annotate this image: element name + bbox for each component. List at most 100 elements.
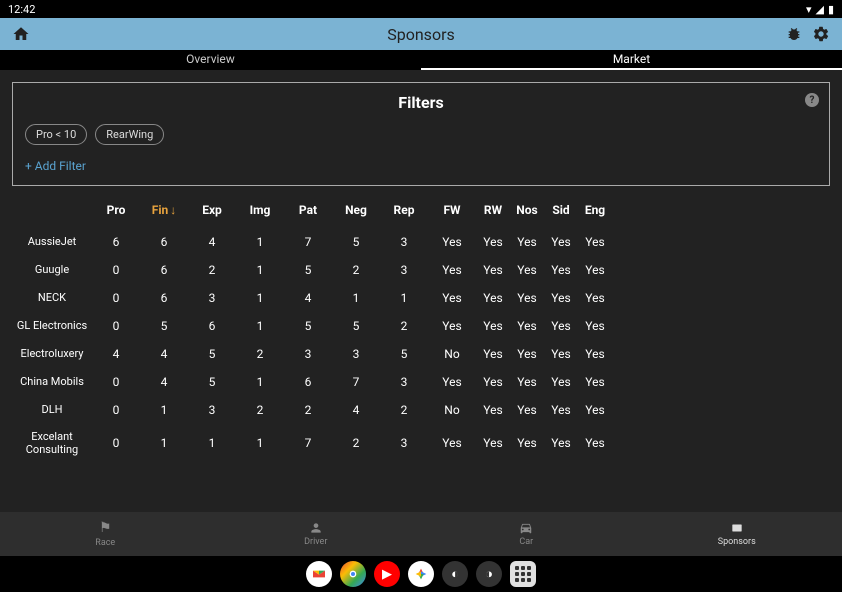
nav-race[interactable]: ⚑ Race [0,512,211,556]
status-time: 12:42 [8,3,35,16]
nav-label: Car [519,537,533,547]
cell: Yes [510,291,544,305]
cell: 1 [332,291,380,305]
table-row[interactable]: Electroluxery4452335NoYesYesYesYes [12,340,830,368]
cell: 1 [380,291,428,305]
tab-market[interactable]: Market [421,50,842,70]
bug-icon[interactable] [786,26,802,42]
cell: Yes [476,347,510,361]
cell: 2 [188,263,236,277]
sponsor-name: Electroluxery [12,345,92,362]
cell: Yes [544,436,578,450]
table-row[interactable]: AussieJet6641753YesYesYesYesYes [12,228,830,256]
cell: Yes [510,403,544,417]
table-row[interactable]: GL Electronics0561552YesYesYesYesYes [12,312,830,340]
cell: Yes [544,263,578,277]
cell: 6 [188,319,236,333]
table-row[interactable]: DLH0132242NoYesYesYesYes [12,396,830,424]
cell: Yes [428,235,476,249]
cell: 6 [140,263,188,277]
col-eng[interactable]: Eng [578,203,612,217]
cell: Yes [428,319,476,333]
gmail-icon[interactable] [306,561,332,587]
help-icon[interactable]: ? [805,93,819,107]
col-exp[interactable]: Exp [188,203,236,217]
cell: Yes [578,436,612,450]
cell: Yes [578,291,612,305]
apps-drawer-icon[interactable] [510,561,536,587]
cell: 3 [284,347,332,361]
person-icon [309,521,323,535]
table-row[interactable]: China Mobils0451673YesYesYesYesYes [12,368,830,396]
nav-car[interactable]: Car [421,512,632,556]
nav-label: Race [95,538,115,548]
sponsors-table: Pro Fin↓ Exp Img Pat Neg Rep FW RW Nos S… [12,196,830,462]
nav-sponsors[interactable]: Sponsors [632,512,842,556]
cell: Yes [578,403,612,417]
cell: Yes [476,263,510,277]
table-row[interactable]: Excelant Consulting0111723YesYesYesYesYe… [12,424,830,462]
settings-icon[interactable] [812,25,830,43]
cell: 0 [92,291,140,305]
cell: Yes [510,436,544,450]
table-body: AussieJet6641753YesYesYesYesYesGuugle062… [12,228,830,462]
col-sid[interactable]: Sid [544,203,578,217]
chrome-icon[interactable] [340,561,366,587]
cell: 1 [236,291,284,305]
cell: 6 [140,235,188,249]
col-rw[interactable]: RW [476,203,510,217]
cell: 5 [188,347,236,361]
table-row[interactable]: NECK0631411YesYesYesYesYes [12,284,830,312]
cell: No [428,403,476,417]
cell: 1 [140,436,188,450]
sponsor-name: Excelant Consulting [12,428,92,458]
cell: 0 [92,403,140,417]
app-icon-1[interactable]: ◐ [442,561,468,587]
col-fin[interactable]: Fin↓ [140,203,188,217]
tabs: Overview Market [0,50,842,70]
filters-title: Filters [25,93,817,112]
col-neg[interactable]: Neg [332,203,380,217]
cell: 1 [236,235,284,249]
battery-icon: ▮ [828,3,834,16]
cell: Yes [476,235,510,249]
nav-driver[interactable]: Driver [211,512,422,556]
filter-chip-rearwing[interactable]: RearWing [95,124,164,145]
col-pro[interactable]: Pro [92,203,140,217]
youtube-icon[interactable]: ▶ [374,561,400,587]
col-pat[interactable]: Pat [284,203,332,217]
col-nos[interactable]: Nos [510,203,544,217]
home-icon[interactable] [12,25,30,43]
col-img[interactable]: Img [236,203,284,217]
cell: 0 [92,375,140,389]
table-header: Pro Fin↓ Exp Img Pat Neg Rep FW RW Nos S… [12,196,830,224]
add-filter-button[interactable]: + Add Filter [25,159,817,173]
cell: 2 [284,403,332,417]
sponsor-name: GL Electronics [12,317,92,334]
cell: 4 [140,375,188,389]
sponsor-name: China Mobils [12,373,92,390]
content-area: Filters ? Pro < 10 RearWing + Add Filter… [0,70,842,512]
tab-overview[interactable]: Overview [0,50,421,70]
cell: Yes [476,436,510,450]
cell: 5 [284,263,332,277]
cell: 6 [140,291,188,305]
cell: Yes [544,235,578,249]
col-fw[interactable]: FW [428,203,476,217]
cell: Yes [428,436,476,450]
col-rep[interactable]: Rep [380,203,428,217]
cell: 3 [380,436,428,450]
cell: 3 [332,347,380,361]
cell: Yes [476,319,510,333]
cell: 4 [332,403,380,417]
filter-chip-pro[interactable]: Pro < 10 [25,124,87,145]
nav-label: Sponsors [718,537,756,547]
cell: Yes [510,319,544,333]
cell: 1 [140,403,188,417]
table-row[interactable]: Guugle0621523YesYesYesYesYes [12,256,830,284]
photos-icon[interactable] [408,561,434,587]
cell: 2 [236,403,284,417]
cell: 3 [380,263,428,277]
cell: Yes [544,375,578,389]
app-icon-2[interactable]: ◑ [476,561,502,587]
